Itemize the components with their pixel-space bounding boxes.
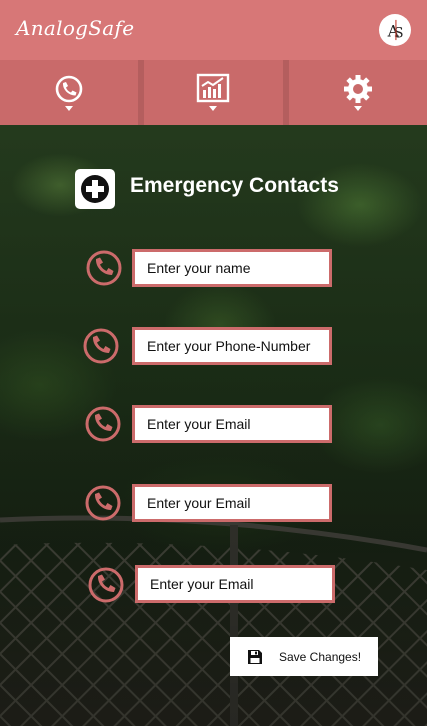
- save-changes-label: Save Changes!: [279, 649, 362, 664]
- phone-icon: [87, 566, 125, 604]
- phone-icon: [55, 75, 83, 111]
- tab-bar: [0, 60, 427, 125]
- phone-icon: [85, 249, 123, 287]
- section-title: Emergency Contacts: [130, 174, 339, 197]
- floppy-disk-icon: [248, 649, 262, 664]
- app-title: AnalogSafe: [16, 16, 135, 40]
- phone-icon: [84, 484, 122, 522]
- email-input-3[interactable]: [135, 565, 335, 603]
- phone-icon: [84, 405, 122, 443]
- email-input-2[interactable]: [132, 484, 332, 522]
- tab-contacts[interactable]: [0, 60, 138, 125]
- tab-statistics[interactable]: [138, 60, 282, 125]
- phone-number-input[interactable]: [132, 327, 332, 365]
- phone-icon: [82, 327, 120, 365]
- tab-settings[interactable]: [282, 60, 427, 125]
- app-header: AnalogSafe A S: [0, 0, 427, 60]
- chart-icon: [197, 73, 230, 111]
- app-logo-icon[interactable]: A S: [379, 14, 411, 46]
- email-input-1[interactable]: [132, 405, 332, 443]
- save-changes-button[interactable]: Save Changes!: [230, 637, 378, 676]
- plus-icon: [75, 169, 115, 209]
- name-input[interactable]: [132, 249, 332, 287]
- gear-icon: [343, 74, 372, 111]
